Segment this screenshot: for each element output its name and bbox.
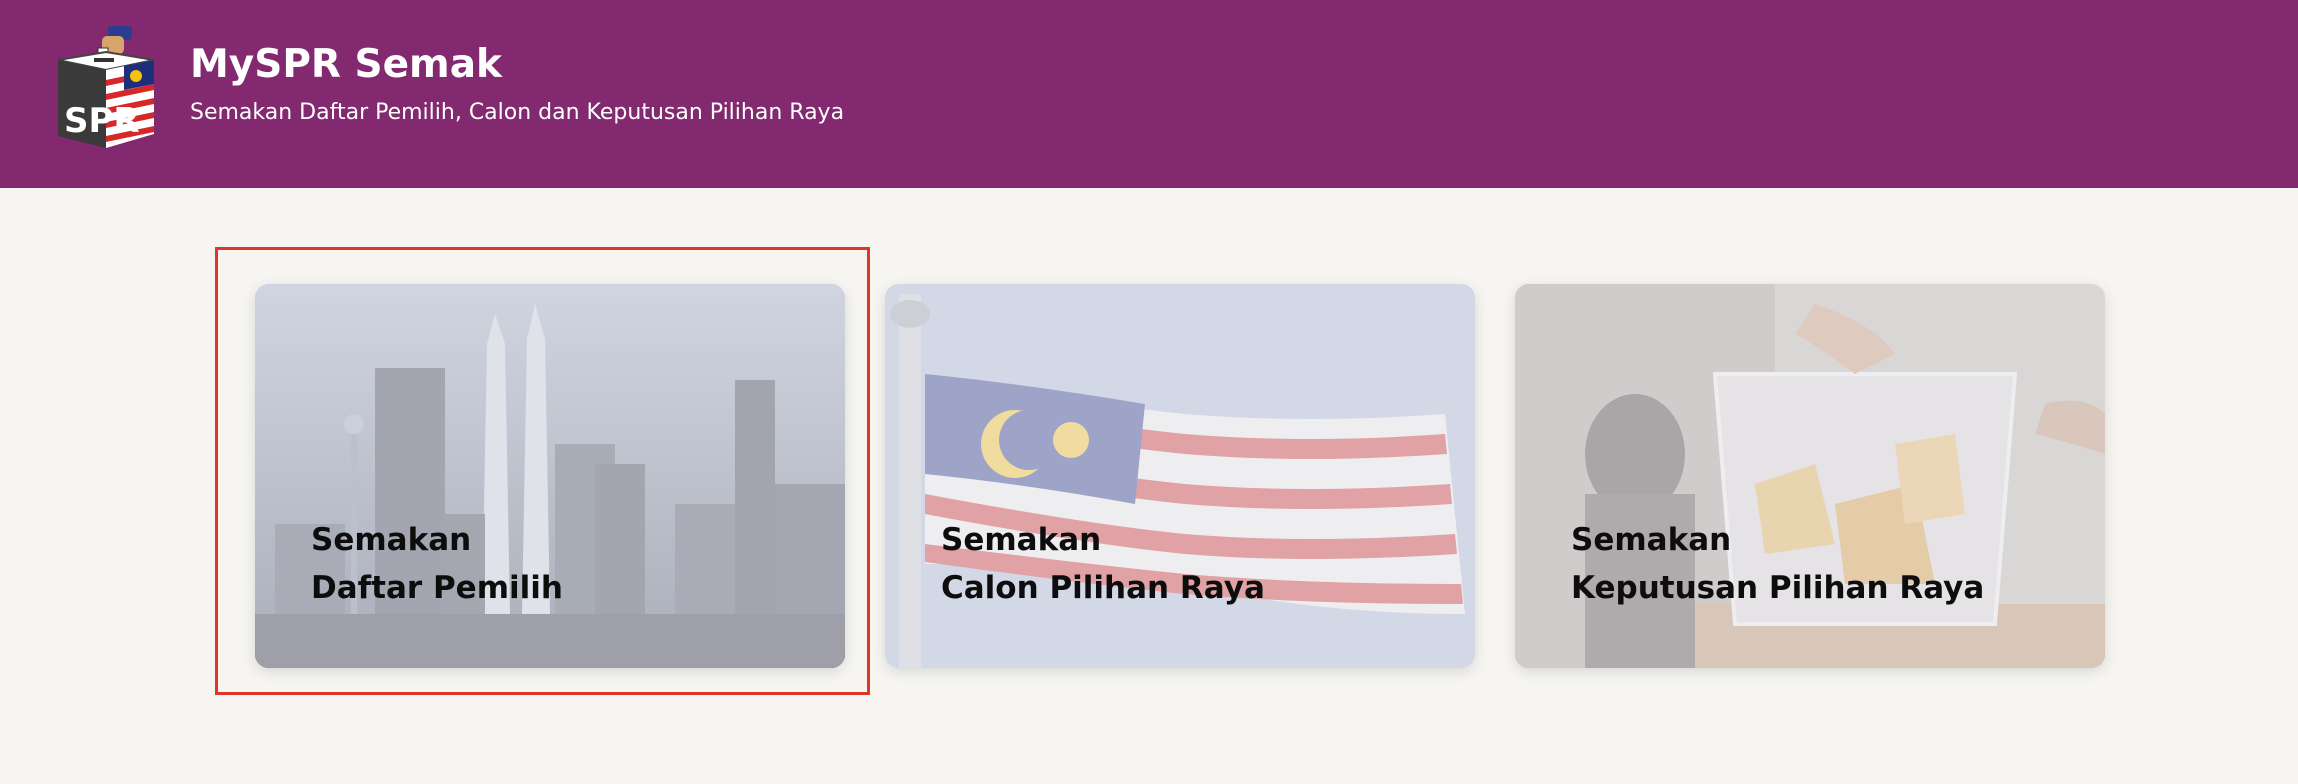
- card-title: Semakan Calon Pilihan Raya: [941, 522, 1265, 606]
- app-header: SPR MySPR Semak Semakan Daftar Pemilih, …: [0, 0, 2298, 188]
- card-title: Semakan Keputusan Pilihan Raya: [1571, 522, 1985, 606]
- app-title: MySPR Semak: [190, 42, 502, 87]
- logo-text: SPR: [64, 101, 140, 141]
- card-semakan-daftar-pemilih[interactable]: Semakan Daftar Pemilih: [255, 284, 845, 668]
- app-subtitle: Semakan Daftar Pemilih, Calon dan Keputu…: [190, 100, 845, 125]
- spr-logo-icon: SPR: [57, 26, 155, 148]
- card-semakan-calon-pilihan-raya[interactable]: Semakan Calon Pilihan Raya: [885, 284, 1475, 668]
- card-title: Semakan Daftar Pemilih: [311, 522, 563, 606]
- card-semakan-keputusan-pilihan-raya[interactable]: Semakan Keputusan Pilihan Raya: [1515, 284, 2105, 668]
